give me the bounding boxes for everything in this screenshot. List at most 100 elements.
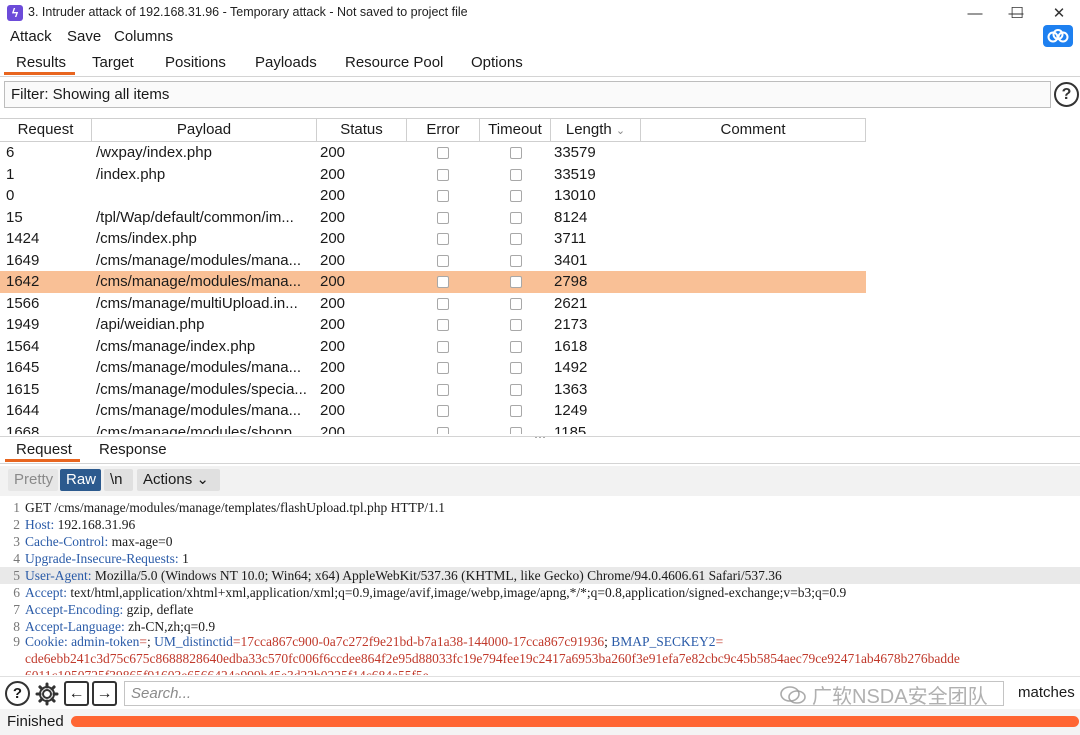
main-tabs: Results Target Positions Payloads Resour… <box>0 51 1080 77</box>
newline-toggle-button[interactable]: \n <box>104 469 133 491</box>
table-row[interactable]: 1645/cms/manage/modules/mana... 200 1492 <box>0 357 866 379</box>
code-text: Accept-Encoding: gzip, deflate <box>25 601 193 618</box>
menu-save[interactable]: Save <box>67 28 101 45</box>
cell-status: 200 <box>320 187 346 204</box>
table-row[interactable]: 1615/cms/manage/modules/specia... 200 1363 <box>0 379 866 401</box>
minimize-button-icon[interactable]: — <box>952 2 998 24</box>
tab-options[interactable]: Options <box>471 54 523 71</box>
error-checkbox <box>437 319 449 331</box>
timeout-checkbox <box>510 340 522 353</box>
cell-length: 1249 <box>554 402 588 419</box>
help-icon[interactable]: ? <box>1054 82 1079 107</box>
column-header-comment[interactable]: Comment <box>641 119 866 142</box>
table-row[interactable]: 1642/cms/manage/modules/mana... 200 2798 <box>0 271 866 293</box>
request-editor[interactable]: 1 GET /cms/manage/modules/manage/template… <box>0 497 1080 675</box>
status-bar: Finished <box>0 709 1080 735</box>
table-row[interactable]: 0 200 13010 <box>0 185 866 207</box>
editor-line: 1 GET /cms/manage/modules/manage/template… <box>0 499 1080 516</box>
line-number: 5 <box>13 568 20 583</box>
editor-line: 7 Accept-Encoding: gzip, deflate <box>0 601 1080 618</box>
progress-bar <box>71 716 1079 727</box>
line-number: 4 <box>13 551 20 566</box>
header-key: Cache-Control: <box>25 534 109 549</box>
arrow-left-icon[interactable]: ← <box>64 681 89 706</box>
cell-request: 0 <box>6 187 15 204</box>
header-value: GET /cms/manage/modules/manage/templates… <box>25 500 446 515</box>
column-header-length[interactable]: Length ⌄ <box>551 119 641 142</box>
table-row[interactable]: 1949/api/weidian.php 200 2173 <box>0 314 866 336</box>
cell-status: 200 <box>320 423 346 435</box>
table-row[interactable]: 6/wxpay/index.php 200 33579 <box>0 142 866 164</box>
cookie-value-continued: cde6ebb241c3d75c675c8688828640edba33c570… <box>25 651 960 666</box>
active-tab-indicator <box>4 72 75 75</box>
menu-attack[interactable]: Attack <box>10 28 52 45</box>
table-row[interactable]: 1566/cms/manage/multiUpload.in... 200 2621 <box>0 293 866 315</box>
tab-request[interactable]: Request <box>16 441 72 458</box>
table-row[interactable]: 15/tpl/Wap/default/common/im... 200 8124 <box>0 207 866 229</box>
error-checkbox <box>437 362 449 374</box>
header-key: Accept-Encoding: <box>25 602 124 617</box>
table-row[interactable]: 1668/cms/manage/modules/shopp... 200 1185 <box>0 422 866 435</box>
table-row[interactable]: 1644/cms/manage/modules/mana... 200 1249 <box>0 400 866 422</box>
error-checkbox <box>437 383 449 396</box>
arrow-right-icon[interactable]: → <box>92 681 117 706</box>
cell-request: 1642 <box>6 273 40 290</box>
cell-payload: /cms/manage/index.php <box>96 337 256 355</box>
actions-dropdown[interactable]: Actions ⌄ <box>137 469 220 491</box>
table-row[interactable]: 1/index.php 200 33519 <box>0 164 866 186</box>
cell-request: 1 <box>6 165 15 183</box>
editor-toolbar: Pretty Raw \n Actions ⌄ <box>0 466 1080 496</box>
cell-status: 200 <box>320 144 346 161</box>
header-key: Cookie: <box>25 634 68 649</box>
maximize-button-icon[interactable]: ☐ <box>994 2 1040 24</box>
table-row[interactable]: 1424/cms/index.php 200 3711 <box>0 228 866 250</box>
tab-response[interactable]: Response <box>99 441 167 458</box>
cell-request: 1668 <box>6 423 40 435</box>
timeout-checkbox <box>510 297 522 310</box>
code-text: User-Agent: Mozilla/5.0 (Windows NT 10.0… <box>25 567 782 584</box>
table-row[interactable]: 1564/cms/manage/index.php 200 1618 <box>0 336 866 358</box>
column-header-request[interactable]: Request <box>0 119 92 142</box>
cell-length: 1363 <box>554 380 588 398</box>
watermark: 广软NSDA安全团队 <box>780 680 988 709</box>
column-header-payload[interactable]: Payload <box>92 119 317 142</box>
column-header-status[interactable]: Status <box>317 119 407 142</box>
editor-line: 6011c1050725f39865f91603e6566424a999b45e… <box>0 667 1080 675</box>
table-header: Request Payload Status Error Timeout Len… <box>0 118 866 142</box>
tab-target[interactable]: Target <box>92 54 134 71</box>
editor-line: 6 Accept: text/html,application/xhtml+xml… <box>0 584 1080 601</box>
burp-lightning-icon: ϟ <box>7 5 23 21</box>
filter-text: Filter: Showing all items <box>11 86 170 103</box>
tab-positions[interactable]: Positions <box>165 54 226 71</box>
cell-length: 2798 <box>554 273 588 290</box>
tab-resource-pool[interactable]: Resource Pool <box>345 54 443 71</box>
help-icon[interactable]: ? <box>5 681 30 706</box>
tab-results[interactable]: Results <box>16 54 66 71</box>
cell-payload: /cms/index.php <box>96 230 197 247</box>
cookie-key: UM_distinctid <box>154 634 233 649</box>
cell-status: 200 <box>320 337 346 355</box>
tab-payloads[interactable]: Payloads <box>255 54 317 71</box>
table-row[interactable]: 1649/cms/manage/modules/mana... 200 3401 <box>0 250 866 272</box>
error-checkbox <box>437 297 449 310</box>
editor-line: 5 User-Agent: Mozilla/5.0 (Windows NT 10.… <box>0 567 1080 584</box>
cell-status: 200 <box>320 208 346 226</box>
cell-request: 1615 <box>6 380 40 398</box>
filter-bar[interactable]: Filter: Showing all items <box>4 81 1051 108</box>
cloud-icon[interactable] <box>1043 25 1073 47</box>
close-button-icon[interactable]: ✕ <box>1036 2 1080 24</box>
menu-columns[interactable]: Columns <box>114 28 173 45</box>
cookie-value: = <box>139 634 147 649</box>
column-header-timeout[interactable]: Timeout <box>480 119 551 142</box>
watermark-text: 广软NSDA安全团队 <box>812 686 988 708</box>
raw-button[interactable]: Raw <box>60 469 101 491</box>
timeout-checkbox <box>510 190 522 202</box>
cell-payload: /cms/manage/multiUpload.in... <box>96 294 298 312</box>
pretty-button[interactable]: Pretty <box>8 469 58 491</box>
error-checkbox <box>437 405 449 417</box>
cell-request: 15 <box>6 208 23 226</box>
cell-request: 1566 <box>6 294 40 312</box>
column-header-error[interactable]: Error <box>407 119 480 142</box>
line-number: 7 <box>13 602 20 617</box>
gear-icon[interactable] <box>34 681 59 706</box>
